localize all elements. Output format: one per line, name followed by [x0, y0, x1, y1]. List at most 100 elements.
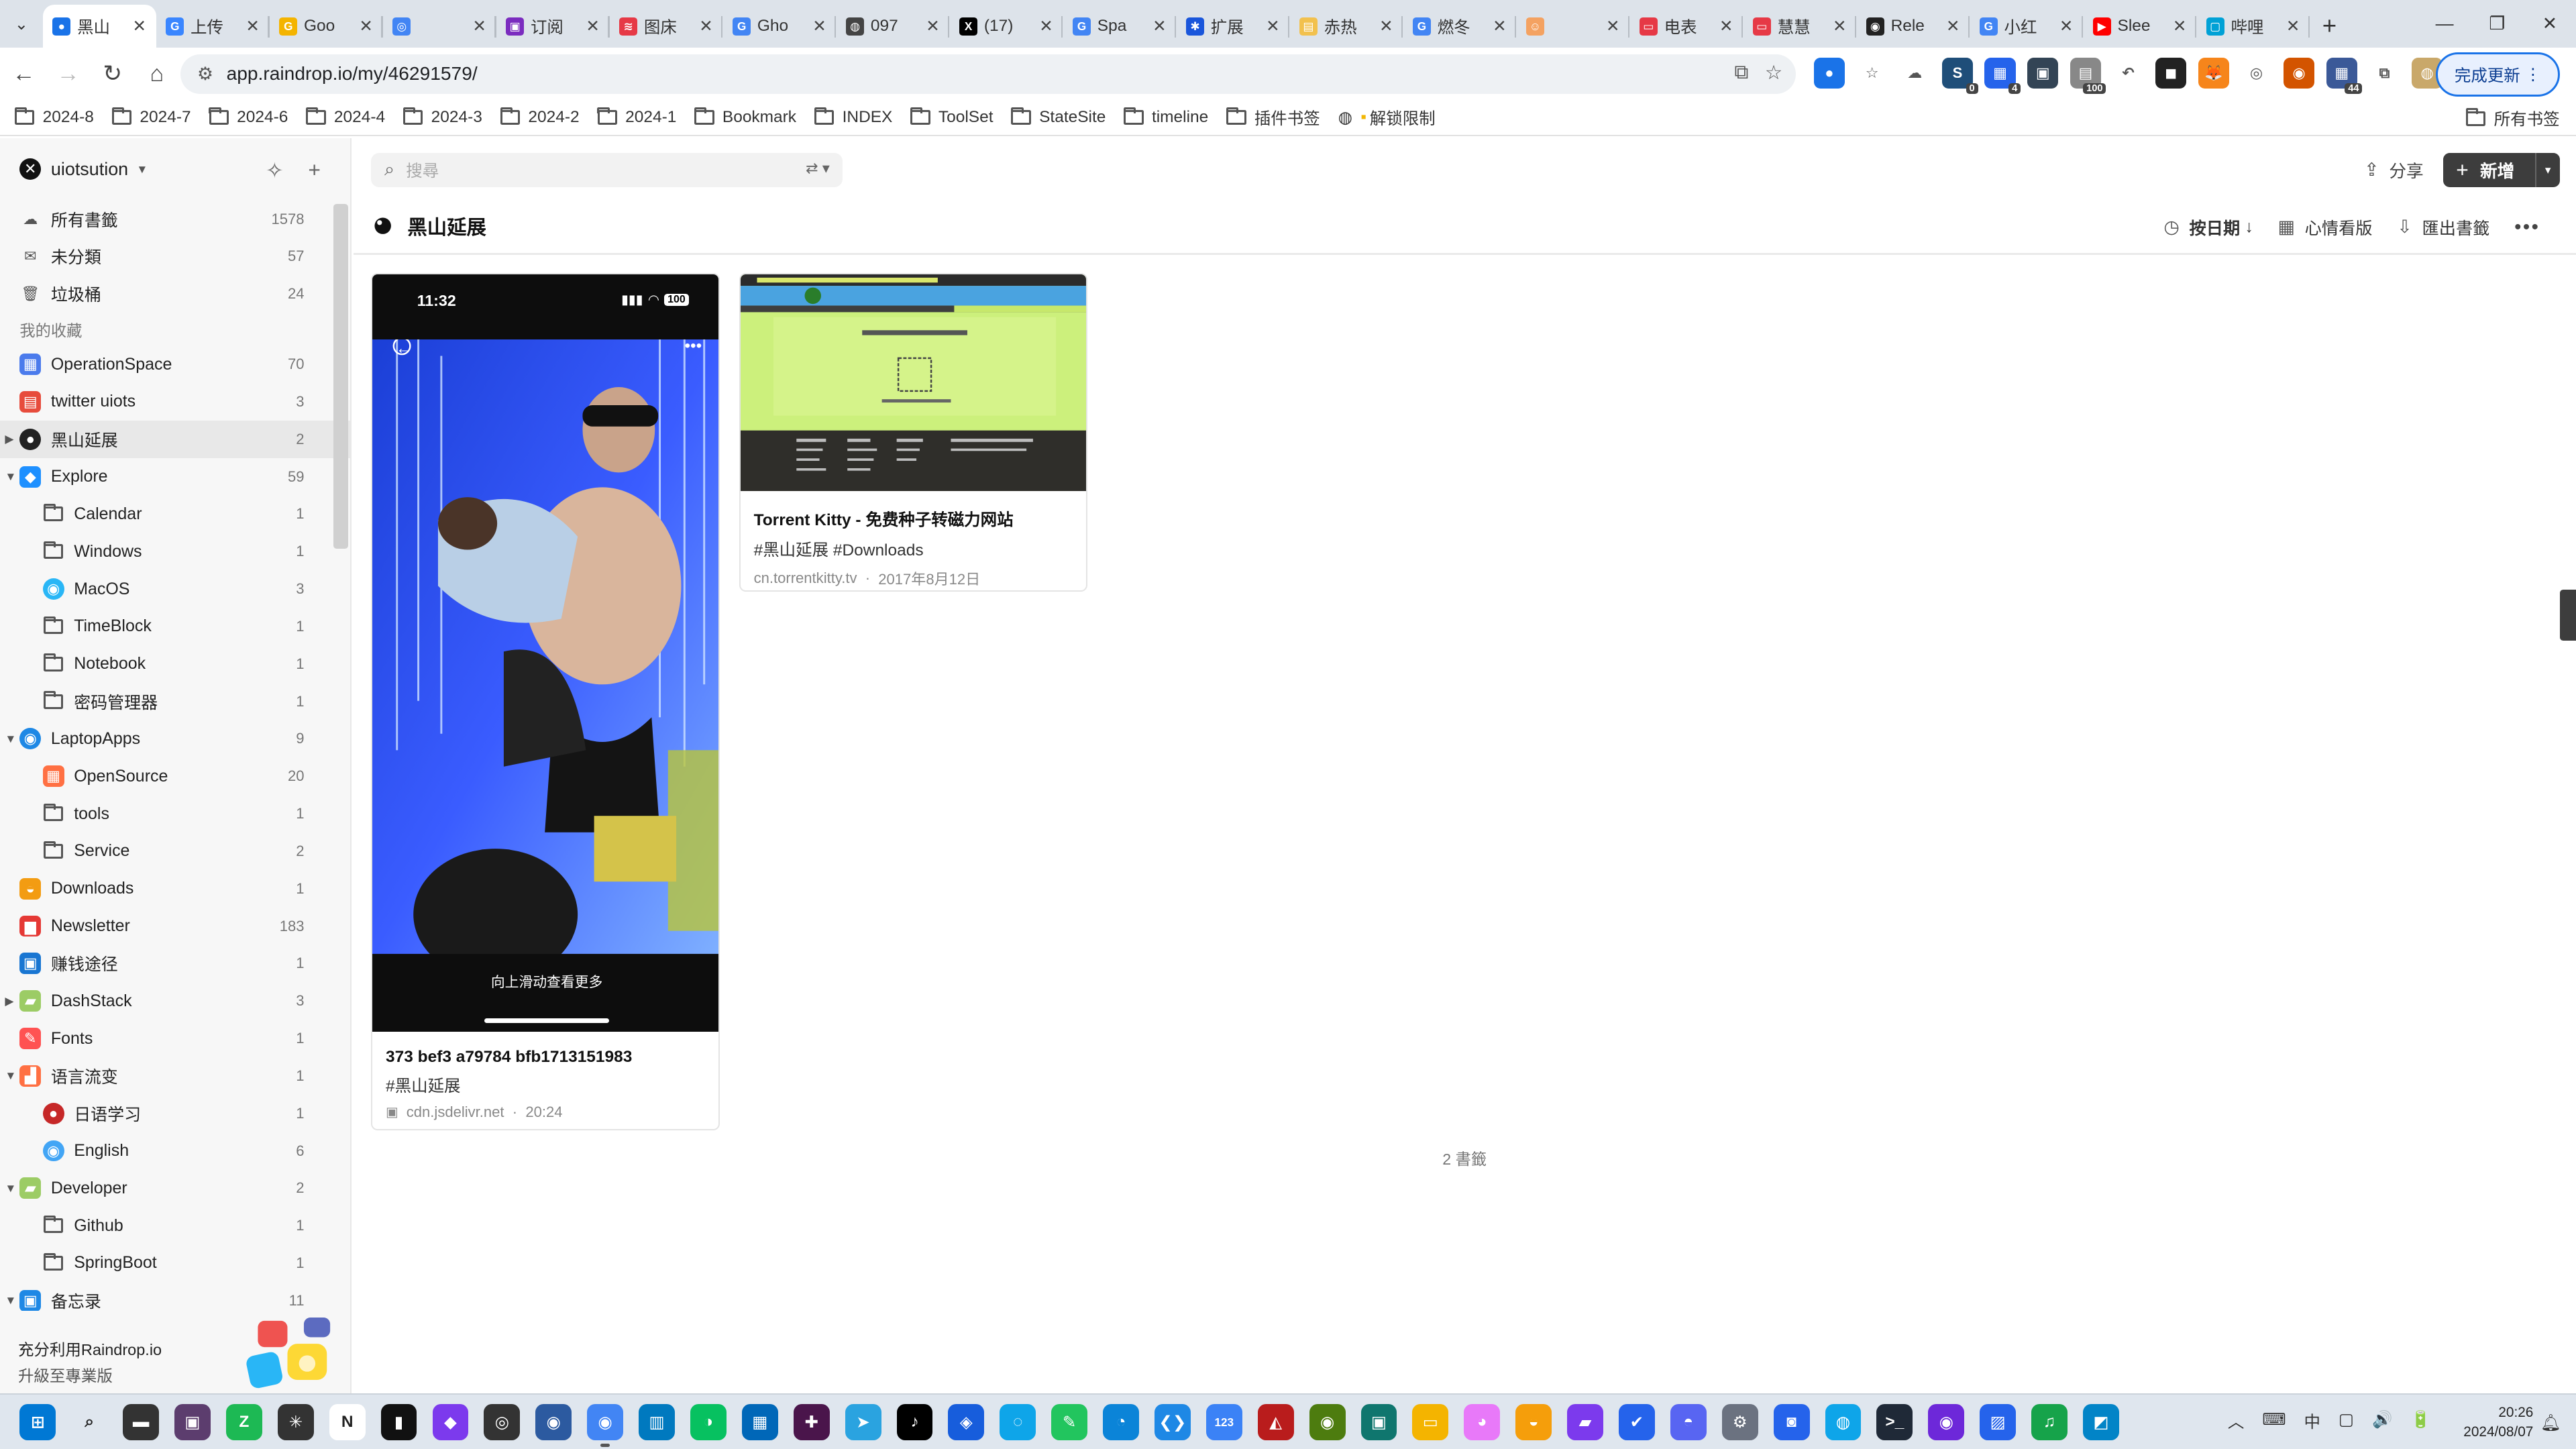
- sidebar-collection[interactable]: ▶ ▰ DashStack 3: [0, 982, 350, 1020]
- ext-dark-icon[interactable]: ◼: [2155, 57, 2187, 89]
- obsidian-icon[interactable]: ◆: [432, 1404, 469, 1441]
- sidebar-collection[interactable]: Github 1: [0, 1207, 350, 1244]
- tab-close-icon[interactable]: ✕: [1152, 16, 1167, 36]
- notion-icon[interactable]: N: [329, 1404, 366, 1441]
- app-music-icon[interactable]: ♫: [2031, 1404, 2068, 1441]
- metamask-icon[interactable]: 🦊: [2198, 57, 2230, 89]
- tray-icon[interactable]: ︿: [2228, 1409, 2244, 1433]
- chatgpt-icon[interactable]: ◎: [484, 1404, 521, 1441]
- sidebar-collection[interactable]: ▼ ◉ LaptopApps 9: [0, 720, 350, 757]
- sidebar-collection[interactable]: ● 日语学习 1: [0, 1095, 350, 1132]
- sidebar-collection[interactable]: SpringBoot 1: [0, 1244, 350, 1282]
- settings-icon[interactable]: ⚙: [1721, 1404, 1758, 1441]
- ext-orange-icon[interactable]: ◎: [2241, 57, 2272, 89]
- browser-tab[interactable]: ▭ 电表 ✕: [1629, 5, 1743, 48]
- sidebar-collection[interactable]: ▦ OpenSource 20: [0, 757, 350, 795]
- sidebar-collection[interactable]: ▼ ▟ 语言流变 1: [0, 1057, 350, 1095]
- bookmark-folder[interactable]: timeline: [1124, 107, 1208, 127]
- app-red-icon[interactable]: ◭: [1257, 1404, 1294, 1441]
- address-bar[interactable]: ⚙ app.raindrop.io/my/46291579/ ⧉ ☆: [180, 54, 1796, 94]
- search-input[interactable]: ⌕ 搜尋 ⇄ ▾: [371, 152, 843, 188]
- sidebar-scrollbar[interactable]: [333, 203, 349, 549]
- add-new-button[interactable]: + 新增 ▾: [2443, 152, 2560, 188]
- tab-search-button[interactable]: ⌄: [0, 0, 43, 48]
- tray-icon[interactable]: 中: [2304, 1409, 2320, 1433]
- sidebar-collection[interactable]: Windows 1: [0, 533, 350, 570]
- restore-button[interactable]: ❐: [2471, 0, 2523, 48]
- bookmark-folder[interactable]: Bookmark: [694, 107, 796, 127]
- chrome-icon[interactable]: ◉: [587, 1404, 624, 1448]
- bookmark-folder[interactable]: 2024-4: [306, 107, 385, 127]
- tab-close-icon[interactable]: ✕: [699, 16, 713, 36]
- tab-close-icon[interactable]: ✕: [2173, 16, 2187, 36]
- app-green-icon[interactable]: Z: [225, 1404, 262, 1441]
- minimize-button[interactable]: —: [2418, 0, 2471, 48]
- tab-close-icon[interactable]: ✕: [1833, 16, 1847, 36]
- tab-close-icon[interactable]: ✕: [1606, 16, 1620, 36]
- back-button[interactable]: ←: [3, 54, 44, 95]
- bookmark-folder[interactable]: INDEX: [814, 107, 892, 127]
- puzzle-icon[interactable]: ⧉: [2369, 57, 2400, 89]
- tab-close-icon[interactable]: ✕: [246, 16, 260, 36]
- app-map-icon[interactable]: ◍: [1825, 1404, 1862, 1441]
- tab-close-icon[interactable]: ✕: [1493, 16, 1507, 36]
- sidebar-collection[interactable]: ▆ Newsletter 183: [0, 908, 350, 945]
- app-shield-icon[interactable]: ▨: [1980, 1404, 2017, 1441]
- sidebar-collection[interactable]: ▼ ▰ Developer 2: [0, 1169, 350, 1207]
- browser-tab[interactable]: G 燃冬 ✕: [1403, 5, 1517, 48]
- app-note-icon[interactable]: ✎: [1051, 1404, 1088, 1441]
- collections-group-label[interactable]: 我的收藏: [0, 313, 350, 345]
- user-menu[interactable]: ✕ uiotsution ▼ ✧ +: [0, 138, 350, 201]
- app-blue-icon[interactable]: ◉: [535, 1404, 572, 1441]
- update-button[interactable]: 完成更新 ⋮: [2436, 52, 2560, 97]
- tab-close-icon[interactable]: ✕: [1039, 16, 1053, 36]
- slack-icon[interactable]: ✚: [793, 1404, 830, 1441]
- browser-tab[interactable]: G Gho ✕: [722, 5, 837, 48]
- bookmark-card[interactable]: 11:32 ▮▮▮ ◠ 100 ← ••• 向上滑动查看更多 373 bef3 …: [371, 272, 720, 1130]
- expand-down-icon[interactable]: ▼: [5, 470, 16, 484]
- tiktok-icon[interactable]: ♪: [896, 1404, 933, 1441]
- add-collection-icon[interactable]: +: [308, 158, 321, 183]
- more-horiz-icon[interactable]: •••: [2514, 216, 2540, 239]
- browser-tab[interactable]: ≋ 图床 ✕: [610, 5, 723, 48]
- reload-button[interactable]: ↻: [92, 54, 133, 95]
- task-view-icon[interactable]: ▬: [123, 1404, 160, 1441]
- star-icon[interactable]: ☆: [1856, 57, 1888, 89]
- sidebar-collection[interactable]: Notebook 1: [0, 645, 350, 683]
- app-nut-icon[interactable]: ◒: [1515, 1404, 1552, 1441]
- forward-button[interactable]: →: [48, 54, 89, 95]
- search-icon[interactable]: ⌕: [71, 1404, 108, 1441]
- app-123-icon[interactable]: 123: [1205, 1404, 1242, 1441]
- card-title[interactable]: Torrent Kitty - 免费种子转磁力网站: [754, 507, 1087, 531]
- all-bookmarks[interactable]: 所有书签: [2465, 107, 2560, 130]
- share-button[interactable]: ⇪ 分享: [2364, 158, 2424, 182]
- blue-dot-icon[interactable]: ●: [1813, 57, 1845, 89]
- wechat-icon[interactable]: ◑: [690, 1404, 727, 1441]
- app-img-icon[interactable]: ◩: [2083, 1404, 2119, 1441]
- sidebar-collection[interactable]: Calendar 1: [0, 496, 350, 533]
- upgrade-promo[interactable]: 充分利用Raindrop.io 升級至專業版: [0, 1311, 350, 1393]
- discord-icon[interactable]: ◓: [1670, 1404, 1707, 1441]
- back-arrow-icon[interactable]: ↶: [2112, 57, 2144, 89]
- expand-down-icon[interactable]: ▼: [5, 732, 16, 746]
- browser-tab[interactable]: ▢ 哔哩 ✕: [2196, 5, 2310, 48]
- browser-tab[interactable]: ◉ Rele ✕: [1856, 5, 1970, 48]
- vscode-icon[interactable]: ❮❯: [1154, 1404, 1191, 1441]
- trello-icon[interactable]: ▥: [639, 1404, 675, 1441]
- card-title[interactable]: 373 bef3 a79784 bfb1713151983: [386, 1048, 718, 1067]
- app-black-icon[interactable]: ▮: [380, 1404, 417, 1441]
- browser-tab[interactable]: X (17) ✕: [949, 5, 1063, 48]
- app-olive-icon[interactable]: ◉: [1309, 1404, 1346, 1441]
- tab-close-icon[interactable]: ✕: [586, 16, 600, 36]
- app-light-icon[interactable]: ◌: [1000, 1404, 1036, 1441]
- bookmark-folder[interactable]: 2024-2: [500, 107, 580, 127]
- tab-close-icon[interactable]: ✕: [472, 16, 486, 36]
- tray-icon[interactable]: 🔋: [2410, 1409, 2430, 1433]
- browser-tab[interactable]: G Goo ✕: [270, 5, 383, 48]
- app-dark-icon[interactable]: ▣: [174, 1404, 211, 1441]
- tab-close-icon[interactable]: ✕: [812, 16, 826, 36]
- expand-down-icon[interactable]: ▼: [5, 1293, 16, 1307]
- explorer-icon[interactable]: ▭: [1412, 1404, 1449, 1441]
- bookmark-folder[interactable]: 2024-3: [402, 107, 482, 127]
- tab-close-icon[interactable]: ✕: [1719, 16, 1733, 36]
